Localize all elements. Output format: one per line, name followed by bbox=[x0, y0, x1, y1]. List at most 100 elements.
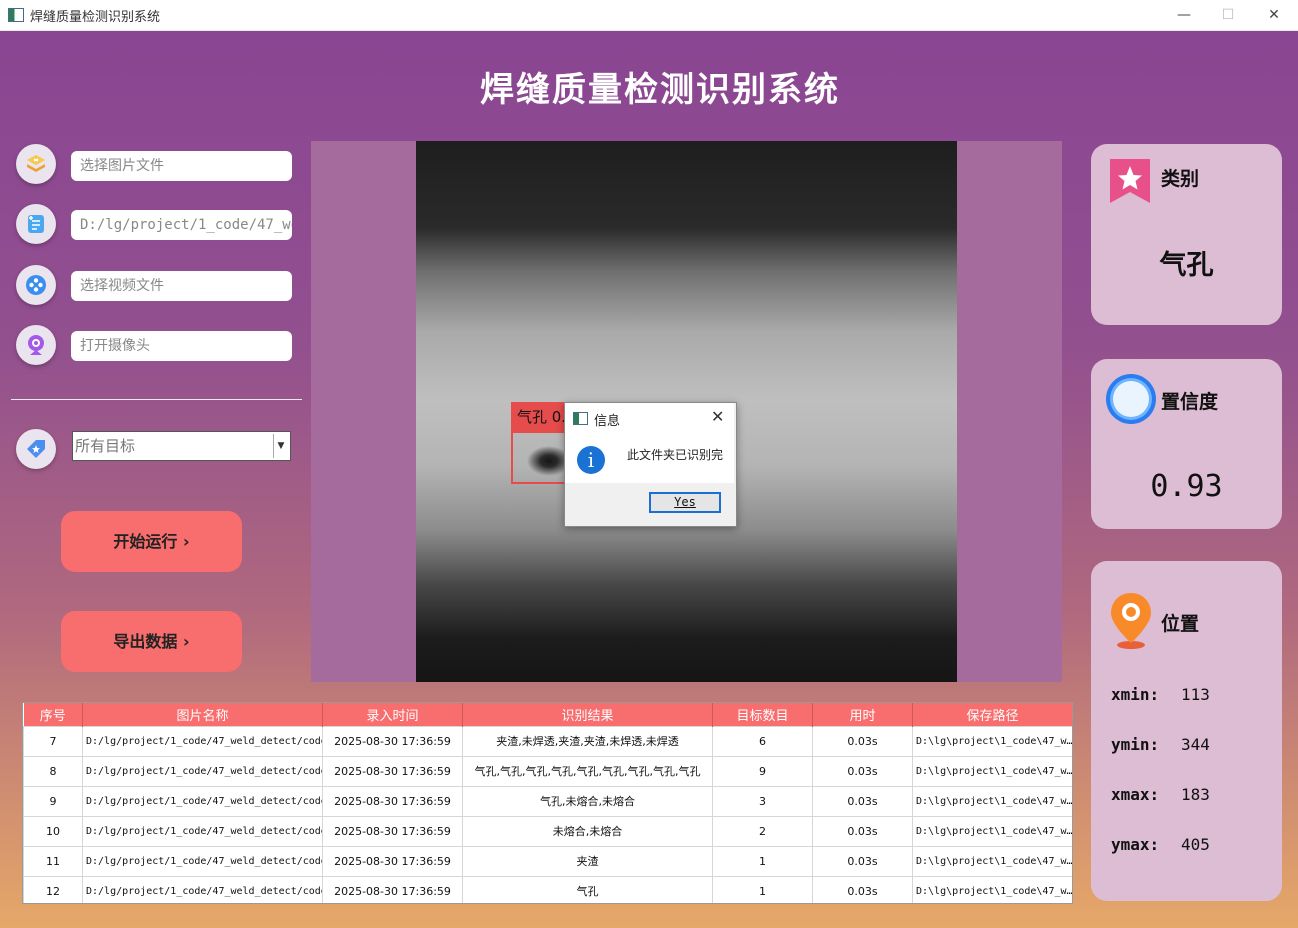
table-cell: 0.03s bbox=[812, 816, 913, 847]
folder-icon bbox=[28, 215, 44, 233]
table-cell: 0.03s bbox=[812, 846, 913, 877]
info-dialog: 信息 ✕ i 此文件夹已识别完 Yes bbox=[564, 402, 737, 527]
column-header[interactable]: 识别结果 bbox=[462, 703, 713, 727]
table-cell: D:/lg/project/1_code/47_weld_detect/code… bbox=[82, 786, 323, 817]
class-value: 气孔 bbox=[1159, 250, 1214, 281]
close-button[interactable]: ✕ bbox=[1252, 4, 1296, 26]
column-header[interactable]: 目标数目 bbox=[712, 703, 813, 727]
target-select-value: 所有目标 bbox=[75, 437, 136, 455]
image-file-input[interactable]: 选择图片文件 bbox=[71, 151, 292, 181]
folder-path-input[interactable]: D:/lg/project/1_code/47_weld bbox=[71, 210, 292, 240]
table-cell: 3 bbox=[712, 786, 813, 817]
table-cell: D:\lg\project\1_code\47_w… bbox=[912, 846, 1072, 877]
window-title: 焊缝质量检测识别系统 bbox=[30, 10, 161, 25]
coord-ymin-key: ymin: bbox=[1111, 735, 1160, 754]
chevron-down-icon[interactable]: ▼ bbox=[273, 434, 288, 458]
table-cell: 0.03s bbox=[812, 756, 913, 787]
results-table[interactable]: 序号 图片名称 录入时间 识别结果 目标数目 用时 保存路径 7 D:/lg/p… bbox=[22, 702, 1073, 904]
column-header[interactable]: 图片名称 bbox=[82, 703, 323, 727]
coord-ymax-value: 405 bbox=[1181, 835, 1210, 854]
section-divider bbox=[11, 399, 302, 400]
table-cell: D:/lg/project/1_code/47_weld_detect/code… bbox=[82, 816, 323, 847]
table-row[interactable]: 10 D:/lg/project/1_code/47_weld_detect/c… bbox=[23, 816, 1072, 847]
info-icon: i bbox=[577, 446, 605, 474]
minimize-button[interactable]: — bbox=[1162, 4, 1206, 26]
image-file-icon bbox=[27, 155, 45, 172]
table-cell: 2025-08-30 17:36:59 bbox=[322, 756, 463, 787]
folder-button[interactable] bbox=[16, 204, 56, 244]
table-row[interactable]: 12 D:/lg/project/1_code/47_weld_detect/c… bbox=[23, 876, 1072, 903]
table-cell: 夹渣,未焊透,夹渣,夹渣,未焊透,未焊透 bbox=[462, 726, 713, 757]
start-button[interactable]: 开始运行 › bbox=[61, 511, 242, 572]
table-cell: 11 bbox=[23, 846, 83, 877]
target-select[interactable]: 所有目标 ▼ bbox=[72, 431, 291, 461]
page-title: 焊缝质量检测识别系统 bbox=[480, 70, 840, 110]
export-button[interactable]: 导出数据 › bbox=[61, 611, 242, 672]
table-cell: 8 bbox=[23, 756, 83, 787]
window-titlebar: 焊缝质量检测识别系统 — ☐ ✕ bbox=[0, 0, 1298, 31]
table-header: 序号 图片名称 录入时间 识别结果 目标数目 用时 保存路径 bbox=[23, 703, 1072, 727]
table-cell: D:\lg\project\1_code\47_w… bbox=[912, 726, 1072, 757]
camera-input[interactable]: 打开摄像头 bbox=[71, 331, 292, 361]
camera-button[interactable] bbox=[16, 325, 56, 365]
table-cell: D:/lg/project/1_code/47_weld_detect/code… bbox=[82, 756, 323, 787]
column-header[interactable]: 录入时间 bbox=[322, 703, 463, 727]
coord-xmin: xmin: 113 bbox=[1111, 685, 1210, 704]
table-cell: 夹渣 bbox=[462, 846, 713, 877]
coord-ymax-key: ymax: bbox=[1111, 835, 1160, 854]
coord-xmax-value: 183 bbox=[1181, 785, 1210, 804]
target-tag-icon bbox=[27, 440, 45, 458]
dialog-body: i 此文件夹已识别完 bbox=[565, 433, 734, 483]
dialog-yes-button[interactable]: Yes bbox=[649, 492, 721, 513]
table-cell: D:/lg/project/1_code/47_weld_detect/code… bbox=[82, 846, 323, 877]
table-cell: 2025-08-30 17:36:59 bbox=[322, 726, 463, 757]
dialog-close-icon[interactable]: ✕ bbox=[711, 407, 724, 426]
table-cell: 气孔 bbox=[462, 876, 713, 903]
coord-xmax-key: xmax: bbox=[1111, 785, 1160, 804]
confidence-orb-icon bbox=[1106, 374, 1156, 424]
camera-icon bbox=[28, 335, 44, 355]
column-header[interactable]: 序号 bbox=[23, 703, 83, 727]
table-cell: 0.03s bbox=[812, 786, 913, 817]
location-pin-icon bbox=[1111, 593, 1151, 649]
position-card: 位置 xmin: 113 ymin: 344 xmax: 183 ymax: 405 bbox=[1091, 561, 1282, 901]
table-cell: 2025-08-30 17:36:59 bbox=[322, 876, 463, 903]
table-row[interactable]: 7 D:/lg/project/1_code/47_weld_detect/co… bbox=[23, 726, 1072, 757]
column-header[interactable]: 保存路径 bbox=[912, 703, 1072, 727]
confidence-value: 0.93 bbox=[1150, 469, 1223, 504]
table-cell: 2025-08-30 17:36:59 bbox=[322, 846, 463, 877]
dialog-titlebar: 信息 ✕ bbox=[565, 403, 734, 433]
maximize-button[interactable]: ☐ bbox=[1206, 4, 1250, 26]
table-cell: 9 bbox=[712, 756, 813, 787]
table-cell: 0.03s bbox=[812, 726, 913, 757]
table-cell: D:\lg\project\1_code\47_w… bbox=[912, 816, 1072, 847]
table-cell: 1 bbox=[712, 876, 813, 903]
dialog-title: 信息 bbox=[594, 414, 621, 429]
table-row[interactable]: 9 D:/lg/project/1_code/47_weld_detect/co… bbox=[23, 786, 1072, 817]
app-icon bbox=[8, 8, 24, 22]
table-cell: D:\lg\project\1_code\47_w… bbox=[912, 756, 1072, 787]
table-cell: 12 bbox=[23, 876, 83, 903]
video-button[interactable] bbox=[16, 265, 56, 305]
table-cell: D:\lg\project\1_code\47_w… bbox=[912, 876, 1072, 903]
coord-ymax: ymax: 405 bbox=[1111, 835, 1210, 854]
coord-ymin: ymin: 344 bbox=[1111, 735, 1210, 754]
position-title: 位置 bbox=[1161, 613, 1200, 635]
class-title: 类别 bbox=[1161, 168, 1200, 190]
coord-xmax: xmax: 183 bbox=[1111, 785, 1210, 804]
table-cell: 9 bbox=[23, 786, 83, 817]
column-header[interactable]: 用时 bbox=[812, 703, 913, 727]
coord-ymin-value: 344 bbox=[1181, 735, 1210, 754]
coord-xmin-key: xmin: bbox=[1111, 685, 1160, 704]
coord-xmin-value: 113 bbox=[1181, 685, 1210, 704]
table-cell: 0.03s bbox=[812, 876, 913, 903]
image-file-button[interactable] bbox=[16, 144, 56, 184]
target-tag-badge bbox=[16, 429, 56, 469]
star-bookmark-icon bbox=[1110, 159, 1150, 203]
table-row[interactable]: 11 D:/lg/project/1_code/47_weld_detect/c… bbox=[23, 846, 1072, 877]
video-file-input[interactable]: 选择视频文件 bbox=[71, 271, 292, 301]
table-cell: 2 bbox=[712, 816, 813, 847]
table-cell: D:/lg/project/1_code/47_weld_detect/code… bbox=[82, 876, 323, 903]
table-row[interactable]: 8 D:/lg/project/1_code/47_weld_detect/co… bbox=[23, 756, 1072, 787]
app-main: 焊缝质量检测识别系统 选择图片文件 D:/lg/project/1_code/4… bbox=[0, 31, 1298, 928]
